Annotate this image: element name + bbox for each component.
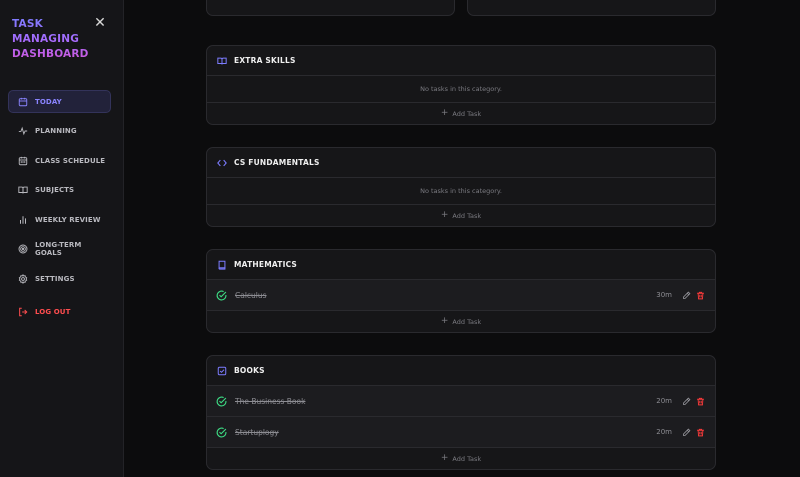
task-duration: 20m (656, 428, 672, 436)
sidebar-item-long-term-goals[interactable]: LONG-TERM GOALS (8, 237, 111, 260)
task-duration: 20m (656, 397, 672, 405)
app-title-line-3: DASHBOARD (12, 48, 89, 60)
category-header: BOOKS (207, 356, 715, 386)
target-icon (18, 244, 28, 253)
sidebar-item-label: CLASS SCHEDULE (35, 156, 106, 165)
category-header: CS FUNDAMENTALS (207, 148, 715, 178)
bar-chart-icon (20, 215, 26, 224)
sidebar-item-today[interactable]: TODAY (8, 90, 111, 113)
add-task-label: Add Task (452, 454, 482, 463)
category-card-books: BOOKS The Business Book 20m Startuplogy … (206, 355, 716, 470)
calendar-grid-icon (18, 156, 28, 165)
empty-state-text: No tasks in this category. (207, 178, 715, 205)
task-name: Calculus (235, 290, 267, 300)
sidebar-item-planning[interactable]: PLANNING (8, 119, 111, 142)
close-icon: ✕ (94, 15, 106, 31)
add-task-label: Add Task (452, 317, 482, 326)
partial-card-left (206, 0, 455, 16)
trash-icon[interactable] (696, 397, 705, 406)
add-task-button[interactable]: + Add Task (207, 103, 715, 124)
check-circle-icon[interactable] (216, 290, 227, 301)
category-title: MATHEMATICS (234, 260, 298, 269)
add-task-label: Add Task (452, 109, 482, 118)
activity-icon (18, 126, 28, 135)
gear-icon (18, 273, 28, 284)
partial-card-right (467, 0, 716, 16)
logout-label: LOG OUT (35, 307, 71, 316)
app-title-line-2: MANAGING (12, 33, 80, 45)
trash-icon[interactable] (696, 428, 705, 437)
task-name: The Business Book (235, 396, 306, 406)
category-title: EXTRA SKILLS (234, 56, 296, 65)
book-icon (218, 260, 226, 270)
logout-button[interactable]: LOG OUT (8, 300, 111, 323)
sidebar-item-subjects[interactable]: SUBJECTS (8, 178, 111, 201)
main-content: EXTRA SKILLS No tasks in this category. … (124, 0, 800, 477)
pencil-icon[interactable] (682, 428, 691, 437)
code-icon (217, 159, 227, 166)
sidebar-item-label: TODAY (35, 97, 62, 106)
category-card-mathematics: MATHEMATICS Calculus 30m + Add Task (206, 249, 716, 333)
sidebar-item-weekly-review[interactable]: WEEKLY REVIEW (8, 208, 111, 231)
category-title: BOOKS (234, 366, 265, 375)
sidebar-item-label: PLANNING (35, 126, 77, 135)
category-card-extra-skills: EXTRA SKILLS No tasks in this category. … (206, 45, 716, 125)
open-book-icon (217, 57, 227, 64)
app-title: TASK MANAGING DASHBOARD (12, 17, 92, 62)
task-row[interactable]: The Business Book 20m (207, 386, 715, 417)
calendar-icon (18, 97, 28, 106)
task-name: Startuplogy (235, 427, 279, 437)
empty-state-text: No tasks in this category. (207, 76, 715, 103)
open-book-icon (18, 186, 28, 193)
plus-icon: + (440, 453, 449, 463)
checkbox-icon (217, 366, 227, 375)
check-circle-icon[interactable] (216, 427, 227, 438)
pencil-icon[interactable] (682, 291, 691, 300)
category-header: MATHEMATICS (207, 250, 715, 280)
close-sidebar-button[interactable]: ✕ (94, 16, 106, 30)
sidebar-item-label: LONG-TERM GOALS (35, 240, 82, 257)
add-task-button[interactable]: + Add Task (207, 311, 715, 332)
category-header: EXTRA SKILLS (207, 46, 715, 76)
category-card-cs-fundamentals: CS FUNDAMENTALS No tasks in this categor… (206, 147, 716, 227)
sidebar-item-settings[interactable]: SETTINGS (8, 267, 111, 290)
add-task-label: Add Task (452, 211, 482, 220)
task-row[interactable]: Startuplogy 20m (207, 417, 715, 448)
logout-icon (19, 307, 28, 316)
sidebar-item-label: WEEKLY REVIEW (35, 215, 101, 224)
trash-icon[interactable] (696, 291, 705, 300)
plus-icon: + (440, 210, 449, 220)
sidebar-item-class-schedule[interactable]: CLASS SCHEDULE (8, 149, 111, 172)
task-row[interactable]: Calculus 30m (207, 280, 715, 311)
sidebar: TASK MANAGING DASHBOARD ✕ TODAY PLANNING… (0, 0, 124, 477)
sidebar-item-label: SUBJECTS (35, 185, 75, 194)
plus-icon: + (440, 316, 449, 326)
check-circle-icon[interactable] (216, 396, 227, 407)
add-task-button[interactable]: + Add Task (207, 448, 715, 469)
plus-icon: + (440, 108, 449, 118)
add-task-button[interactable]: + Add Task (207, 205, 715, 226)
task-duration: 30m (656, 291, 672, 299)
sidebar-item-label: SETTINGS (35, 274, 75, 283)
pencil-icon[interactable] (682, 397, 691, 406)
app-title-line-1: TASK (12, 18, 43, 30)
category-title: CS FUNDAMENTALS (234, 158, 320, 167)
